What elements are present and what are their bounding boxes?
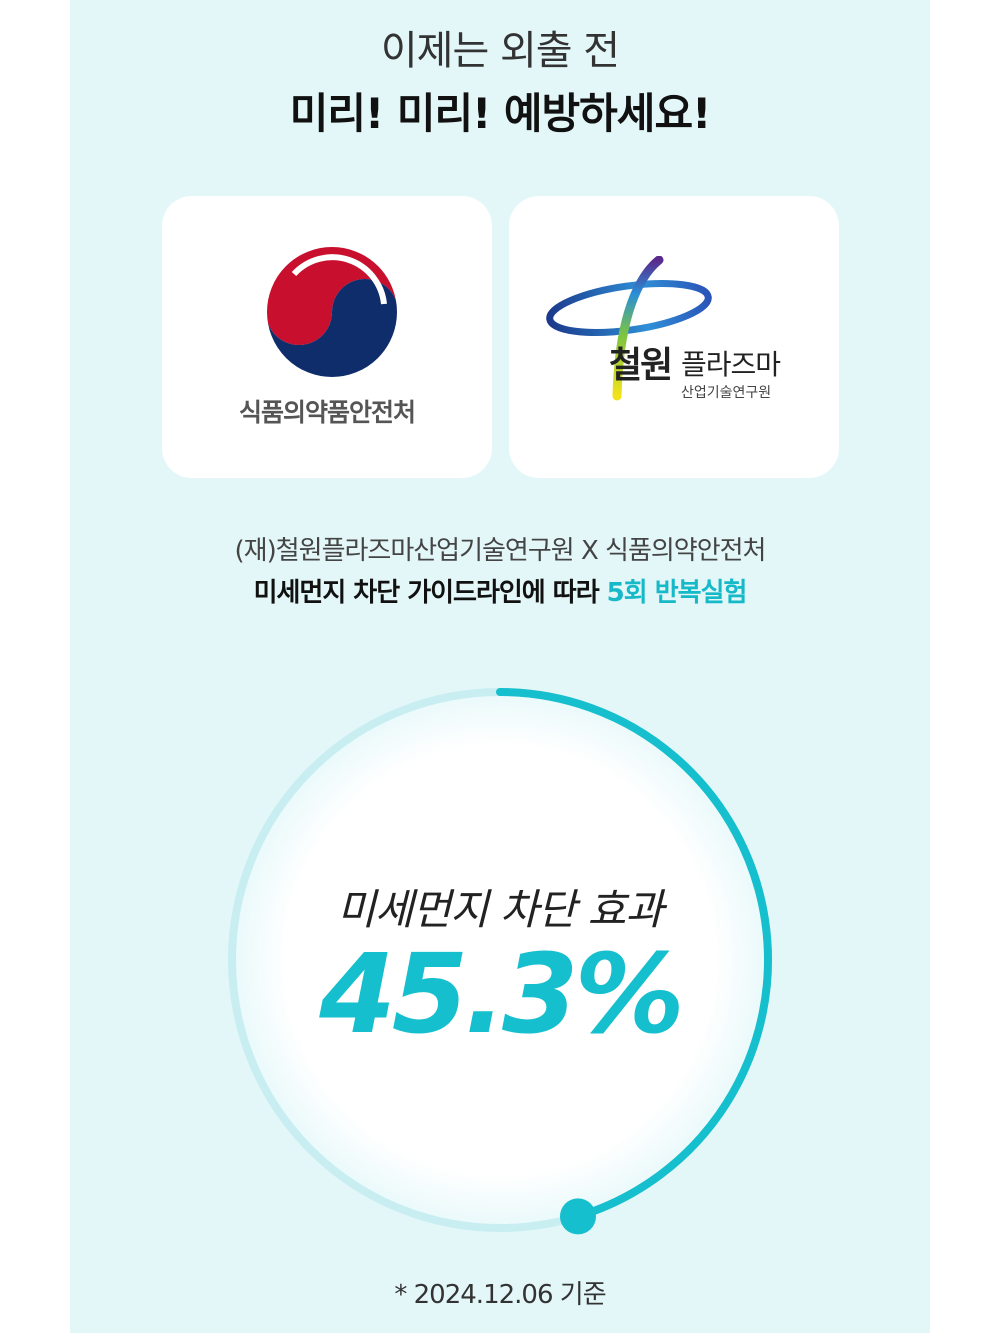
gauge-end-dot <box>559 1198 596 1235</box>
plasma-brand-subtitle: 산업기술연구원 <box>681 385 772 401</box>
plasma-brand-right: 플라즈마 <box>681 348 781 381</box>
test-method-text: 미세먼지 차단 가이드라인에 따라 5회 반복실험 <box>70 572 930 609</box>
test-method-prefix: 미세먼지 차단 가이드라인에 따라 <box>253 578 607 608</box>
plasma-logo-card: 철원 플라즈마 산업기술연구원 <box>509 196 839 478</box>
mfds-name-label: 식품의약품안전처 <box>238 398 416 427</box>
partnership-text: (재)철원플라즈마산업기술연구원 X 식품의약안전처 <box>234 536 767 566</box>
reference-date-note: * 2024.12.06 기준 <box>394 1280 606 1310</box>
content-panel: 이제는 외출 전 미리! 미리! 예방하세요! 식품의약품안전처 철원 플라즈마… <box>70 0 930 1333</box>
plasma-brand-name: 철원 <box>609 345 673 386</box>
mfds-logo-card: 식품의약품안전처 <box>162 196 492 478</box>
headline-title: 미리! 미리! 예방하세요! <box>289 89 711 138</box>
taegeuk-emblem-icon <box>265 245 399 379</box>
effect-value: 45.3% <box>319 930 685 1058</box>
headline-subtitle: 이제는 외출 전 <box>380 28 620 74</box>
effect-label: 미세먼지 차단 효과 <box>337 885 664 934</box>
test-count-highlight: 5회 반복실험 <box>606 578 748 608</box>
